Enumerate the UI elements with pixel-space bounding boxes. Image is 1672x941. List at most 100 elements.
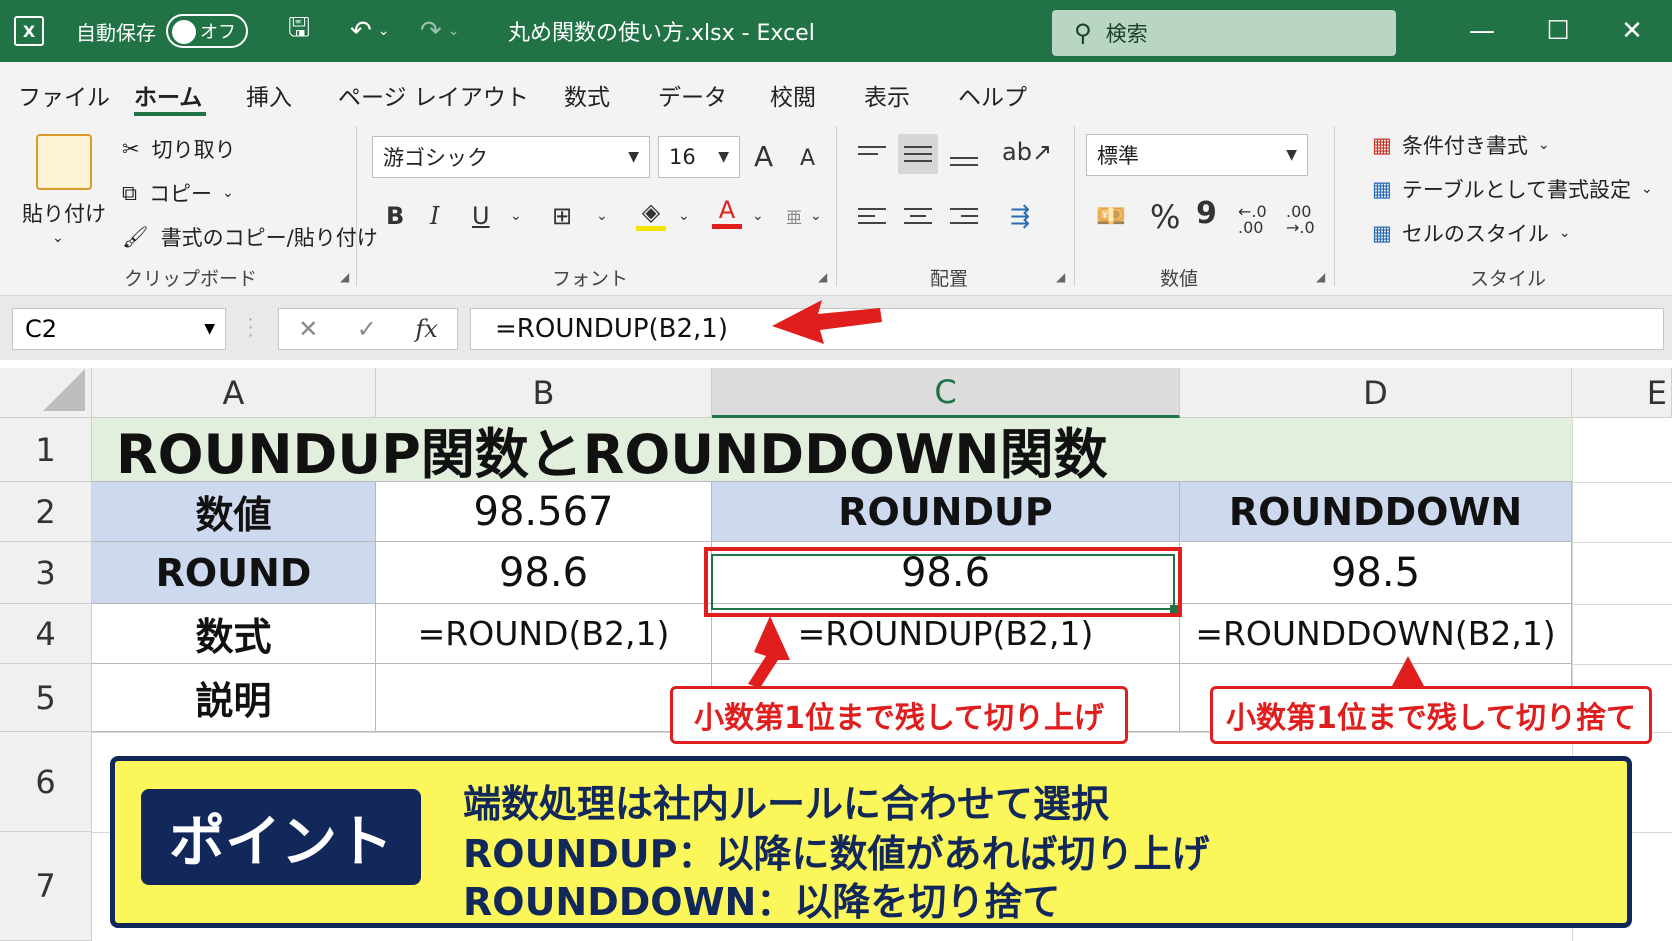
tab-view[interactable]: 表示 — [864, 78, 910, 112]
align-right-icon[interactable] — [944, 196, 984, 236]
sheet-title[interactable]: ROUNDUP関数とROUNDDOWN関数 — [92, 418, 1572, 486]
tab-file[interactable]: ファイル — [18, 78, 110, 112]
row-header-1[interactable]: 1 — [0, 418, 92, 482]
insert-function-icon[interactable]: fx — [415, 315, 437, 343]
tab-help[interactable]: ヘルプ — [958, 78, 1027, 112]
chevron-down-icon[interactable]: ⌄ — [752, 208, 764, 224]
orientation-icon[interactable]: ab↗ — [1002, 138, 1052, 166]
chevron-down-icon[interactable]: ⌄ — [678, 208, 690, 224]
tab-formulas[interactable]: 数式 — [564, 78, 610, 112]
tab-data[interactable]: データ — [658, 78, 727, 112]
number-format-select[interactable]: 標準 ▼ — [1086, 134, 1308, 176]
grow-font-button[interactable]: A — [754, 140, 773, 173]
font-name-select[interactable]: 游ゴシック ▼ — [372, 136, 650, 178]
cell-b4[interactable]: =ROUND(B2,1) — [376, 604, 712, 664]
enter-icon[interactable]: ✓ — [357, 315, 377, 343]
tab-insert[interactable]: 挿入 — [246, 78, 292, 112]
dialog-launcher-icon[interactable]: ◢ — [818, 270, 827, 284]
chevron-down-icon: ⌄ — [1537, 137, 1550, 153]
align-top-icon[interactable] — [852, 134, 892, 174]
cell-d4[interactable]: =ROUNDDOWN(B2,1) — [1180, 604, 1572, 664]
tab-review[interactable]: 校閲 — [770, 78, 816, 112]
copy-button[interactable]: ⧉ コピー ⌄ — [122, 178, 234, 208]
tab-home[interactable]: ホーム — [134, 78, 202, 112]
comma-style-button[interactable]: 9 — [1196, 196, 1217, 231]
italic-button[interactable]: I — [430, 202, 439, 230]
cell-b2[interactable]: 98.567 — [376, 482, 712, 542]
cell-a4[interactable]: 数式 — [92, 604, 376, 664]
shrink-font-button[interactable]: A — [800, 146, 815, 171]
conditional-formatting-label: 条件付き書式 — [1401, 134, 1528, 158]
align-middle-icon[interactable] — [898, 134, 938, 174]
increase-decimal-button[interactable]: ←.0 .00 — [1238, 204, 1278, 236]
row-header-2[interactable]: 2 — [0, 482, 92, 542]
select-all-button[interactable] — [0, 368, 92, 418]
cell-a5[interactable]: 説明 — [92, 664, 376, 732]
format-painter-button[interactable]: 🖌 書式のコピー/貼り付け — [122, 222, 378, 252]
dialog-launcher-icon[interactable]: ◢ — [1316, 270, 1325, 284]
decrease-decimal-button[interactable]: .00 →.0 — [1286, 204, 1326, 236]
undo-icon: ↶ — [350, 16, 372, 46]
cut-button[interactable]: ✂ 切り取り — [122, 134, 236, 164]
font-color-button[interactable]: A — [712, 196, 742, 229]
borders-icon[interactable]: ⊞ — [552, 202, 572, 230]
cell-a3[interactable]: ROUND — [92, 542, 376, 604]
fill-color-icon[interactable]: ◈ — [636, 198, 666, 231]
redo-button[interactable]: ↷ ⌄ — [420, 0, 460, 62]
fill-handle[interactable] — [1170, 605, 1178, 613]
row-header-7[interactable]: 7 — [0, 832, 92, 941]
chevron-down-icon[interactable]: ⌄ — [52, 230, 64, 246]
cell-d2[interactable]: ROUNDDOWN — [1180, 482, 1572, 542]
search-box[interactable]: ⚲ 検索 — [1052, 10, 1396, 56]
cancel-icon[interactable]: ✕ — [298, 315, 318, 343]
save-icon[interactable]: 🖫 — [288, 0, 310, 62]
minimize-button[interactable]: — — [1462, 0, 1502, 62]
align-center-icon[interactable] — [898, 196, 938, 236]
chevron-down-icon[interactable]: ⌄ — [596, 208, 608, 224]
autosave-label: 自動保存 — [76, 20, 156, 45]
dialog-launcher-icon[interactable]: ◢ — [340, 270, 349, 284]
row-header-5[interactable]: 5 — [0, 664, 92, 732]
callout-roundup: 小数第1位まで残して切り上げ — [670, 686, 1128, 744]
autosave-toggle[interactable]: オフ — [166, 0, 250, 62]
cell-b3[interactable]: 98.6 — [376, 542, 712, 604]
maximize-button[interactable]: ☐ — [1538, 0, 1578, 62]
chevron-down-icon[interactable]: ⌄ — [810, 208, 822, 224]
underline-button[interactable]: U — [472, 202, 490, 230]
wrap-text-icon[interactable]: ⇶ — [1010, 202, 1030, 230]
tab-page-layout[interactable]: ページ レイアウト — [338, 78, 529, 112]
paste-label[interactable]: 貼り付け — [22, 198, 106, 228]
cell-b5[interactable] — [376, 664, 712, 732]
search-icon: ⚲ — [1074, 19, 1092, 47]
format-as-table-button[interactable]: ▦ テーブルとして書式設定 ⌄ — [1372, 174, 1653, 204]
chevron-down-icon: ▼ — [204, 321, 215, 337]
conditional-formatting-button[interactable]: ▦ 条件付き書式 ⌄ — [1372, 130, 1550, 160]
bold-button[interactable]: B — [386, 202, 404, 230]
cell-d3[interactable]: 98.5 — [1180, 542, 1572, 604]
align-left-icon[interactable] — [852, 196, 892, 236]
close-button[interactable]: ✕ — [1612, 0, 1652, 62]
row-header-3[interactable]: 3 — [0, 542, 92, 604]
gridline — [1572, 482, 1672, 483]
column-header-e[interactable]: E — [1572, 368, 1672, 418]
search-placeholder: 検索 — [1105, 22, 1148, 46]
cell-c2[interactable]: ROUNDUP — [712, 482, 1180, 542]
autosave-state: オフ — [200, 22, 236, 43]
phonetic-icon[interactable]: 亜 — [786, 204, 802, 228]
percent-style-button[interactable]: % — [1150, 198, 1180, 236]
column-header-d[interactable]: D — [1180, 368, 1572, 418]
formula-input[interactable]: =ROUNDUP(B2,1) — [470, 308, 1664, 350]
cell-a2[interactable]: 数値 — [92, 482, 376, 542]
excel-logo-icon: X — [14, 0, 54, 62]
paste-icon[interactable] — [36, 134, 92, 190]
accounting-format-icon[interactable]: 💴 — [1096, 202, 1126, 230]
align-bottom-icon[interactable] — [944, 138, 984, 178]
cell-styles-button[interactable]: ▦ セルのスタイル ⌄ — [1372, 218, 1571, 248]
undo-button[interactable]: ↶ ⌄ — [350, 0, 390, 62]
chevron-down-icon[interactable]: ⌄ — [510, 208, 522, 224]
dialog-launcher-icon[interactable]: ◢ — [1056, 270, 1065, 284]
name-box[interactable]: C2 ▼ — [12, 308, 226, 350]
row-header-4[interactable]: 4 — [0, 604, 92, 664]
font-size-select[interactable]: 16 ▼ — [658, 136, 740, 178]
row-header-6[interactable]: 6 — [0, 732, 92, 832]
